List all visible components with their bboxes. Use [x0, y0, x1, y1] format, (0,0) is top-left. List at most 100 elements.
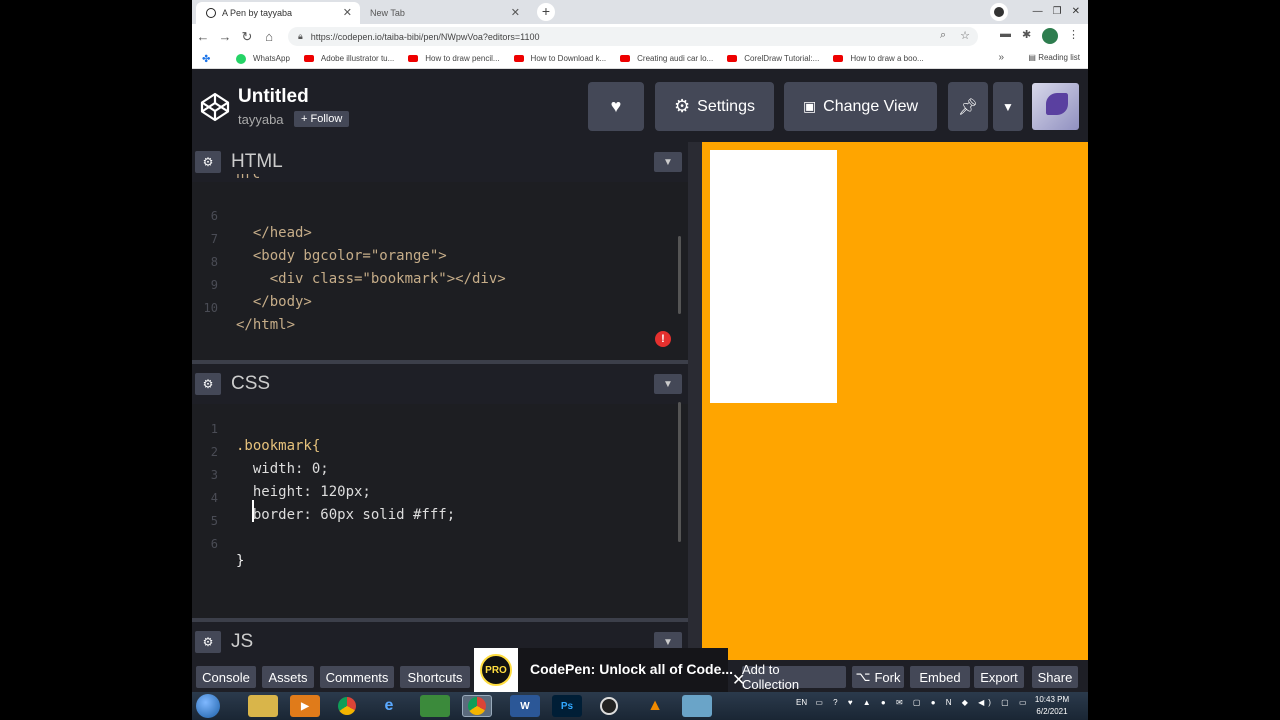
bookmark-item[interactable]: How to Download k... [513, 54, 606, 63]
embed-button[interactable]: Embed [910, 666, 970, 688]
code-line: 7 <body bgcolor="orange"> [192, 216, 447, 264]
extensions-icon[interactable]: ✱ [1022, 28, 1031, 41]
chrome-icon[interactable] [332, 695, 362, 717]
chrome-active-icon[interactable] [462, 695, 492, 717]
youtube-icon [303, 55, 314, 62]
star-icon[interactable]: ☆ [960, 29, 970, 42]
word-icon[interactable]: W [510, 695, 540, 717]
fork-button[interactable]: ⌥ Fork [852, 666, 904, 688]
assets-button[interactable]: Assets [262, 666, 314, 688]
tab-a-pen[interactable]: A Pen by tayyaba ✕ [196, 2, 360, 24]
start-button[interactable] [196, 694, 220, 718]
internet-explorer-icon[interactable]: e [374, 695, 404, 717]
vlc-icon[interactable]: ▲ [640, 695, 670, 717]
code-line: 9 </body> [192, 262, 312, 310]
follow-button[interactable]: + Follow [294, 111, 350, 127]
menu-icon[interactable]: ⋮ [1068, 28, 1079, 41]
apps-icon[interactable]: ✤ [202, 54, 212, 65]
url-input[interactable]: 🔒︎ https://codepen.io/taiba-bibi/pen/NWp… [288, 27, 978, 46]
close-promo-icon[interactable]: ✕ [732, 670, 745, 690]
app-icon[interactable] [682, 695, 712, 717]
bookmark-item[interactable]: How to draw a boo... [833, 54, 924, 63]
change-view-button[interactable]: ▣ Change View [784, 82, 937, 131]
pen-title[interactable]: Untitled [238, 86, 309, 108]
console-button[interactable]: Console [196, 666, 256, 688]
author-name[interactable]: tayyaba [238, 112, 284, 127]
clock-date: 6/2/2021 [1036, 707, 1068, 716]
bookmark-label: How to draw pencil... [425, 54, 500, 63]
windows-taskbar: ▶ e W Ps ▲ EN ▭ ? ♥ ▲ ● ✉ ▢ ● N ◆ ◀) ▢ ▭… [192, 692, 1088, 720]
clock-time: 10:43 PM [1034, 695, 1070, 704]
profile-avatar[interactable] [1042, 28, 1058, 44]
youtube-icon [833, 55, 844, 62]
share-button[interactable]: Share [1032, 666, 1078, 688]
gear-icon: ⚙ [674, 96, 691, 116]
line-number: 6 [210, 537, 218, 551]
css-panel-header: ⚙ CSS ▼ [192, 364, 688, 404]
error-icon[interactable]: ! [655, 331, 671, 347]
js-settings-gear-icon[interactable]: ⚙ [195, 631, 221, 653]
clock[interactable]: 10:43 PM 6/2/2021 [1028, 694, 1076, 718]
heart-button[interactable]: ♥ [588, 82, 644, 131]
language-indicator[interactable]: EN [796, 698, 807, 707]
reload-icon[interactable]: ↻ [236, 29, 258, 45]
cast-icon[interactable]: ▬ [1000, 28, 1011, 40]
back-icon[interactable]: ← [192, 29, 214, 44]
settings-button[interactable]: ⚙ Settings [655, 82, 774, 131]
zoom-icon[interactable]: ⌕ [940, 29, 946, 42]
css-settings-gear-icon[interactable]: ⚙ [195, 373, 221, 395]
minimize-icon[interactable]: — [1033, 6, 1043, 17]
pro-badge-label: PRO [480, 654, 512, 686]
reading-list-button[interactable]: ▤ Reading list [1028, 53, 1080, 62]
bookmark-item[interactable]: Creating audi car lo... [620, 54, 713, 63]
html-scrollbar[interactable] [678, 236, 681, 314]
obs-icon[interactable] [594, 695, 624, 717]
window-controls: — ❐ ✕ [1033, 0, 1088, 22]
restore-icon[interactable]: ❐ [1053, 6, 1062, 17]
add-to-collection-button[interactable]: Add to Collection [742, 662, 846, 692]
forward-icon[interactable]: → [214, 29, 236, 44]
media-player-icon[interactable]: ▶ [290, 695, 320, 717]
html-settings-gear-icon[interactable]: ⚙ [195, 151, 221, 173]
css-panel-chevron-icon[interactable]: ▼ [654, 374, 682, 394]
bookmark-label: WhatsApp [253, 54, 290, 63]
close-tab-icon[interactable]: ✕ [511, 6, 520, 19]
pin-button[interactable]: 📌︎ [948, 82, 988, 131]
codepen-logo-icon[interactable] [200, 92, 230, 122]
media-control-icon[interactable] [990, 3, 1008, 21]
fork-label: Fork [874, 669, 901, 685]
bookmark-element [710, 150, 837, 403]
export-button[interactable]: Export [974, 666, 1024, 688]
file-explorer-icon[interactable] [248, 695, 278, 717]
tab-new-tab[interactable]: New Tab ✕ [360, 2, 528, 24]
editors-column: ⚙ HTML ▼ href="css/style.css"> 6 </head>… [192, 142, 688, 662]
user-avatar[interactable] [1032, 83, 1079, 130]
close-window-icon[interactable]: ✕ [1072, 6, 1080, 17]
bookmark-item[interactable]: Adobe illustrator tu... [303, 54, 394, 63]
comments-button[interactable]: Comments [320, 666, 394, 688]
close-tab-icon[interactable]: ✕ [343, 6, 352, 19]
preview-resizer[interactable] [688, 142, 702, 660]
bookmark-item[interactable]: How to draw pencil... [408, 54, 500, 63]
app-icon[interactable] [420, 695, 450, 717]
tray-icons[interactable]: ▭ ? ♥ ▲ ● ✉ ▢ ● N ◆ ◀) ▢ ▭ [815, 698, 1030, 707]
new-tab-button[interactable]: + [537, 3, 555, 21]
photoshop-icon[interactable]: Ps [552, 695, 582, 717]
home-icon[interactable]: ⌂ [258, 29, 280, 44]
change-view-label: Change View [823, 97, 919, 115]
code-line: href="css/style.css"> [192, 174, 259, 190]
bookmark-whatsapp[interactable]: WhatsApp [236, 53, 290, 64]
code-line: 10 </html> [192, 285, 295, 333]
pro-promo-toast[interactable]: PRO CodePen: Unlock all of Code... [474, 648, 733, 692]
css-code-editor[interactable]: 1 .bookmark{ 2 width: 0; 3 height: 120px… [192, 404, 688, 614]
bookmarks-overflow-icon[interactable]: » [998, 52, 1004, 63]
code-text: } [236, 553, 245, 569]
shortcuts-button[interactable]: Shortcuts [400, 666, 470, 688]
screen: A Pen by tayyaba ✕ New Tab ✕ + — ❐ ✕ ← →… [192, 0, 1088, 720]
settings-label: Settings [697, 97, 755, 115]
html-code-editor[interactable]: href="css/style.css"> 6 </head> 7 <body … [192, 174, 688, 358]
html-panel-chevron-icon[interactable]: ▼ [654, 152, 682, 172]
menu-dropdown-button[interactable]: ▼ [993, 82, 1023, 131]
bookmark-item[interactable]: CorelDraw Tutorial:... [727, 54, 819, 63]
css-scrollbar[interactable] [678, 402, 681, 542]
